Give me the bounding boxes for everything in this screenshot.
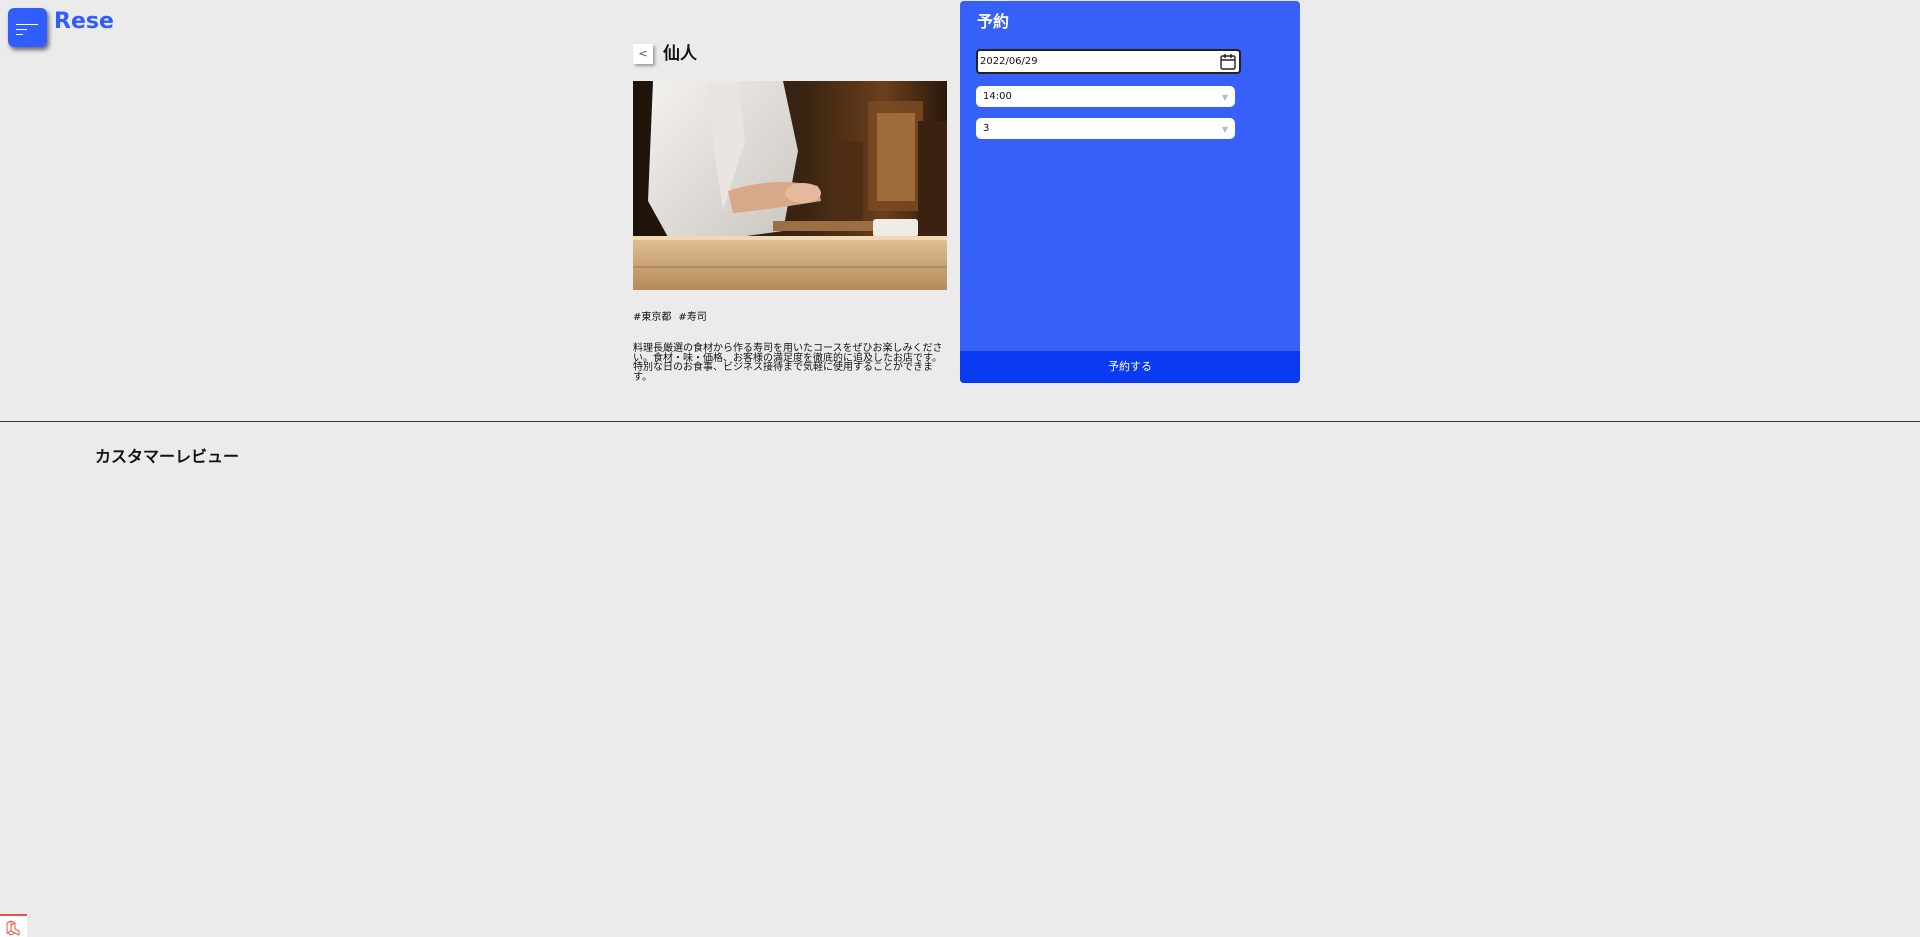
time-value: 14:00 [983, 91, 1012, 102]
shop-image [633, 81, 947, 290]
chevron-down-icon: ▼ [1221, 93, 1228, 102]
reviews-heading: カスタマーレビュー [95, 447, 240, 466]
number-value: 3 [983, 123, 990, 134]
shop-name: 仙人 [663, 44, 697, 64]
menu-button[interactable] [8, 8, 47, 47]
number-select[interactable]: 3 ▼ [976, 118, 1235, 139]
tag-area: #東京都 [633, 312, 672, 323]
shop-tags: #東京都 #寿司 [633, 311, 714, 325]
shop-description: 料理長厳選の食材から作る寿司を用いたコースをぜひお楽しみください。食材・味・価格… [633, 343, 943, 383]
date-input[interactable]: 2022/06/29 [976, 49, 1241, 74]
brand-logo[interactable]: Rese [54, 8, 114, 36]
debugbar-toggle[interactable] [0, 914, 27, 937]
tag-genre: #寿司 [678, 312, 707, 323]
time-select[interactable]: 14:00 ▼ [976, 86, 1235, 107]
reserve-button[interactable]: 予約する [960, 351, 1300, 383]
chevron-down-icon: ▼ [1221, 125, 1228, 134]
reservation-title: 予約 [977, 12, 1010, 31]
reservation-panel: 予約 2022/06/29 14:00 ▼ 3 ▼ 予約する [960, 1, 1300, 383]
back-button[interactable]: < [633, 44, 653, 64]
section-divider [0, 421, 1920, 422]
calendar-icon[interactable] [1219, 53, 1237, 71]
chevron-left-icon: < [638, 47, 648, 60]
date-value: 2022/06/29 [980, 56, 1038, 67]
laravel-debugbar-icon [6, 920, 20, 936]
